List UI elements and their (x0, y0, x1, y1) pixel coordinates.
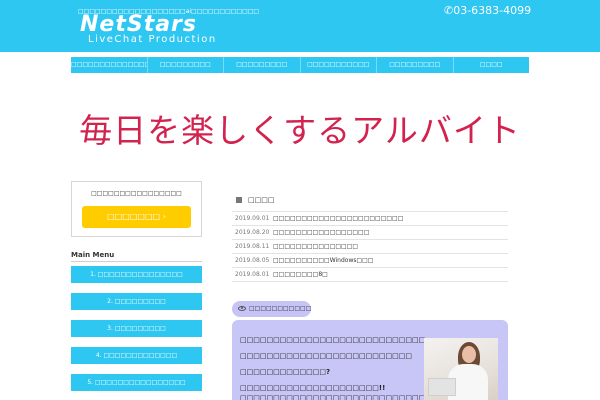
feature-tag-label: □□□□□□□□□□□ (249, 305, 312, 312)
news-title[interactable]: □□□□□□□□□□□□□□□□□ (273, 229, 369, 236)
feature-panel: □□□□□□□□□□□□□□□□□□□□□□□□□□□□ □□□□□□□□□□□… (232, 320, 508, 400)
news-row[interactable]: 2019.08.20 □□□□□□□□□□□□□□□□□ (232, 226, 508, 240)
main-menu-title: Main Menu (71, 251, 115, 259)
nav-item-3[interactable]: □□□□□□□□□ (224, 57, 301, 73)
news-title[interactable]: □□□□□□□□□□Windows□□□ (273, 257, 373, 264)
news-list: 2019.09.01 □□□□□□□□□□□□□□□□□□□□□□□ 2019.0… (232, 211, 508, 282)
news-row[interactable]: 2019.08.01 □□□□□□□□8□ (232, 268, 508, 282)
news-date: 2019.08.01 (235, 271, 270, 278)
news-date: 2019.08.20 (235, 229, 270, 236)
main-menu-divider (71, 261, 202, 262)
news-date: 2019.08.05 (235, 257, 270, 264)
news-date: 2019.09.01 (235, 215, 270, 222)
news-title[interactable]: □□□□□□□□□□□□□□□ (273, 243, 358, 250)
feature-line-2: □□□□□□□□□□□□□□□□□□□□□□□□□□ (240, 352, 412, 360)
news-row[interactable]: 2019.09.01 □□□□□□□□□□□□□□□□□□□□□□□ (232, 212, 508, 226)
photo-laptop (428, 378, 456, 396)
main-menu-item-3[interactable]: 3. □□□□□□□□□ (71, 320, 202, 337)
nav-item-2[interactable]: □□□□□□□□□ (148, 57, 224, 73)
sidebar-cta-box: □□□□□□□□□□□□□□□□ □□□□□□□ › (71, 181, 202, 237)
news-heading-label: □□□□ (248, 196, 275, 204)
sidebar-cta-button[interactable]: □□□□□□□ › (82, 206, 191, 228)
hero-title: 毎日を楽しくするアルバイト (79, 111, 521, 150)
feature-line-3: □□□□□□□□□□□□□? (240, 368, 331, 376)
feature-photo (424, 338, 498, 400)
nav-item-6[interactable]: □□□□ (454, 57, 530, 73)
news-row[interactable]: 2019.08.11 □□□□□□□□□□□□□□□ (232, 240, 508, 254)
main-menu-item-4[interactable]: 4. □□□□□□□□□□□□□ (71, 347, 202, 364)
eye-icon (238, 306, 246, 311)
site-logo[interactable]: NetStars (80, 14, 197, 36)
feature-tag: □□□□□□□□□□□ (232, 301, 311, 317)
nav-item-4[interactable]: □□□□□□□□□□□ (301, 57, 377, 73)
photo-face (462, 346, 476, 363)
news-date: 2019.08.11 (235, 243, 270, 250)
nav-item-5[interactable]: □□□□□□□□□ (377, 57, 454, 73)
main-menu-item-5[interactable]: 5. □□□□□□□□□□□□□□□□ (71, 374, 202, 391)
news-icon (236, 197, 242, 203)
feature-line-4: □□□□□□□□□□□□□□□□□□□□□!! (240, 384, 386, 392)
site-logo-subtitle: LiveChat Production (88, 34, 217, 45)
news-title[interactable]: □□□□□□□□8□ (273, 271, 328, 278)
site-header: □□□□□□□□□□□□□□□□□□□ai□□□□□□□□□□□□ NetSta… (0, 0, 600, 52)
main-menu-item-1[interactable]: 1. □□□□□□□□□□□□□□□ (71, 266, 202, 283)
feature-line-1: □□□□□□□□□□□□□□□□□□□□□□□□□□□□ (240, 336, 426, 344)
news-title[interactable]: □□□□□□□□□□□□□□□□□□□□□□□ (273, 215, 403, 222)
nav-item-1[interactable]: □□□□□□□□□□□□□□□ (71, 57, 148, 73)
sidebar-cta-text: □□□□□□□□□□□□□□□□ (91, 190, 182, 197)
main-menu-list: 1. □□□□□□□□□□□□□□□ 2. □□□□□□□□□ 3. □□□□□… (71, 266, 202, 400)
feature-line-5: □□□□□□□□□□□□□□□□□□□□□□□□□□□□ (240, 394, 426, 400)
news-heading: □□□□ (236, 196, 274, 204)
main-menu-item-2[interactable]: 2. □□□□□□□□□ (71, 293, 202, 310)
phone-number[interactable]: ✆03-6383-4099 (444, 4, 531, 17)
news-row[interactable]: 2019.08.05 □□□□□□□□□□Windows□□□ (232, 254, 508, 268)
main-nav: □□□□□□□□□□□□□ □□ □□□□□□□ □□ □□□□□□□ □□ □□□□… (71, 57, 529, 73)
